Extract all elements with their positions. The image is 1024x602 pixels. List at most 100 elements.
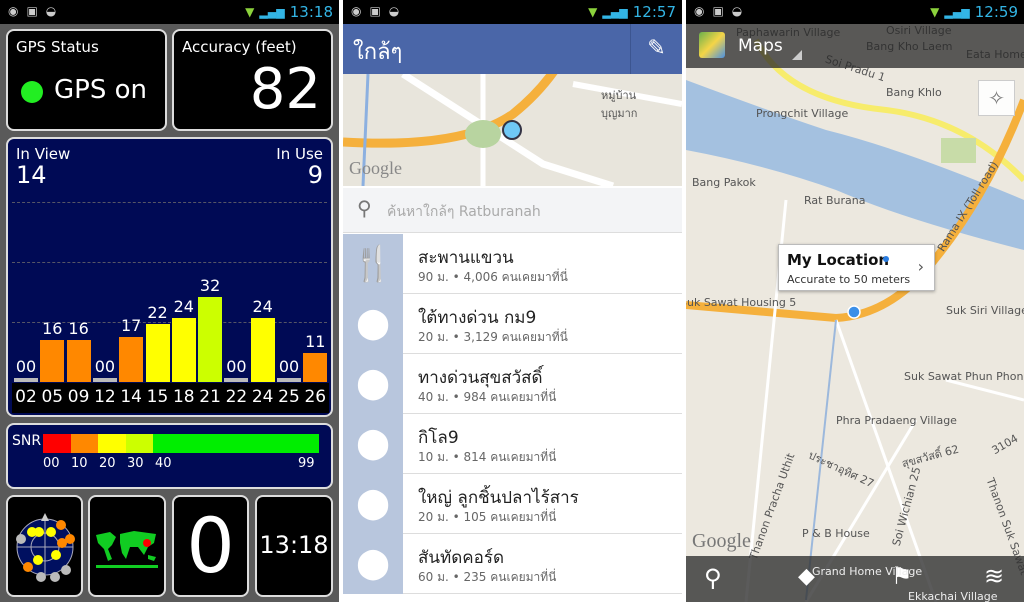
snr-tick: 00 <box>43 456 60 471</box>
layers-button[interactable]: ≋ <box>984 562 1004 590</box>
place-meta: 20 ม. • 3,129 คนเคยมาที่นี่ <box>418 330 568 344</box>
wifi-icon: ▼ <box>245 5 255 19</box>
snr-scale-segment <box>70 434 99 453</box>
snr-scale-segment <box>98 434 126 453</box>
gps-status-card[interactable]: GPS Status GPS on <box>6 29 167 131</box>
wifi-icon: ▼ <box>588 5 598 19</box>
dropdown-icon[interactable] <box>792 50 802 60</box>
snr-tick: 20 <box>99 456 116 471</box>
app-header: ใกล้ๆ ✎ <box>343 24 682 74</box>
snr-tick: 40 <box>155 456 172 471</box>
gps-status-value: GPS on <box>54 75 147 105</box>
map-label: หมู่บ้าน บุญมาก <box>601 89 638 120</box>
snr-bar <box>145 323 170 382</box>
chevron-right-icon: › <box>917 257 924 276</box>
gps-indicator-icon <box>21 81 43 103</box>
map-label: Grand Home Village <box>812 565 923 578</box>
satellite-snr-card[interactable]: In View 14 In Use 9 00 16 16 00 17 22 24 32 00 24… <box>6 137 333 417</box>
sky-view-tile[interactable] <box>6 495 83 597</box>
search-bar[interactable]: ⚲ ค้นหาใกล้ๆ Ratburanah <box>343 188 682 233</box>
status-bar: ◉▣◒ ▼ ▂▄▆ 12:57 <box>343 0 682 24</box>
fork-knife-icon: 🍴 <box>343 234 403 294</box>
snr-bar <box>66 339 91 382</box>
place-list-item[interactable]: ⬤ ใหญ่ ลูกชิ้นปลาไร้สาร 20 ม. • 105 คนเคยม… <box>343 474 682 534</box>
snr-bar <box>303 352 328 382</box>
prn-label: 25 <box>278 387 300 407</box>
snr-value-label: 00 <box>15 357 37 376</box>
prn-label: 24 <box>251 387 274 407</box>
place-name: ใต้ทางด่วน กม9 <box>418 308 537 328</box>
snr-label: SNR <box>12 433 42 449</box>
prn-label: 15 <box>146 387 169 407</box>
edit-button[interactable]: ✎ <box>630 24 682 74</box>
search-input[interactable]: ค้นหาใกล้ๆ Ratburanah <box>387 201 541 223</box>
snr-value-label: 00 <box>94 357 116 376</box>
snr-value-label: 11 <box>305 331 326 351</box>
place-list-item[interactable]: ⬤ กิโล9 10 ม. • 814 คนเคยมาที่นี่ <box>343 414 682 474</box>
snr-legend-card: SNR 00 10 20 30 40 99 <box>6 423 333 489</box>
map-label: Rat Burana <box>804 194 866 207</box>
prn-label: 09 <box>67 387 90 407</box>
status-time: 13:18 <box>289 3 333 21</box>
place-list-item[interactable]: 🍴 สะพานแขวน 90 ม. • 4,006 คนเคยมาที่นี่ <box>343 234 682 294</box>
snr-tick: 30 <box>127 456 144 471</box>
page-title: ใกล้ๆ <box>353 40 403 65</box>
clock-tile[interactable]: 13:18 <box>255 495 333 597</box>
place-list-item[interactable]: ⬤ ใต้ทางด่วน กม9 20 ม. • 3,129 คนเคยมาที่น… <box>343 294 682 354</box>
speed-tile[interactable]: 0 <box>172 495 249 597</box>
location-dot-icon <box>883 256 889 262</box>
search-icon: ⚲ <box>357 196 372 220</box>
snr-scale-segment <box>153 434 319 453</box>
snr-bar <box>171 318 196 382</box>
google-logo: Google <box>692 530 751 552</box>
place-list-item[interactable]: ⬤ ทางด่วนสุขสวัสดิ์ 40 ม. • 984 คนเคยมาที่… <box>343 354 682 414</box>
snr-value-label: 24 <box>173 297 194 317</box>
prn-label: 21 <box>199 387 221 407</box>
speed-value: 0 <box>186 501 235 590</box>
snr-bar <box>198 297 223 382</box>
callout-title: My Location <box>787 251 890 269</box>
app-title[interactable]: Maps <box>738 36 783 56</box>
map-label: Prongchit Village <box>756 107 849 120</box>
compass-button[interactable]: ✧ <box>978 80 1015 116</box>
notification-icons: ◉▣◒ <box>694 4 751 18</box>
map-preview[interactable]: หมู่บ้าน บุญมาก Google <box>343 74 682 186</box>
map-pin-icon: ⬤ <box>343 414 403 474</box>
snr-bar-chart: 00 16 16 00 17 22 24 32 00 24 00 11 <box>12 179 329 382</box>
sky-plot-icon <box>16 513 75 582</box>
world-map-icon <box>96 531 158 568</box>
search-button[interactable]: ⚲ <box>704 564 722 592</box>
notification-icons: ◉▣◒ <box>8 4 65 18</box>
map-pin-icon: ⬤ <box>343 354 403 414</box>
prn-label: 26 <box>304 387 327 407</box>
snr-value-label: 00 <box>226 357 247 376</box>
signal-icon: ▂▄▆ <box>259 5 285 19</box>
snr-tick: 99 <box>298 456 315 471</box>
place-list-item[interactable]: ⬤ สันทัดคอร์ด 60 ม. • 235 คนเคยมาที่นี่ <box>343 534 682 594</box>
map-label: Suk Sawat Housing 5 <box>686 296 797 309</box>
maps-screen: ◉▣◒▼▂▄▆12:59 Paphawarin VillageOsiri Vil… <box>686 0 1024 602</box>
map-label: P & B House <box>802 527 870 540</box>
place-name: สันทัดคอร์ด <box>418 548 504 568</box>
map-label: Bang Pakok <box>692 176 756 189</box>
signal-icon: ▂▄▆ <box>944 5 970 19</box>
wifi-icon: ▼ <box>930 5 940 19</box>
snr-color-scale <box>43 434 319 453</box>
snr-bar <box>92 378 117 382</box>
snr-scale-segment <box>43 434 71 453</box>
snr-bar <box>119 336 144 382</box>
snr-tick: 10 <box>71 456 88 471</box>
signal-icon: ▂▄▆ <box>602 5 628 19</box>
world-map-tile[interactable] <box>88 495 166 597</box>
maps-action-bar: Maps <box>686 24 1024 68</box>
status-time: 12:59 <box>974 3 1018 21</box>
accuracy-card[interactable]: Accuracy (feet) 82 <box>172 29 333 131</box>
map-label: Suk Siri Village <box>946 304 1024 317</box>
snr-value-label: 24 <box>252 297 273 317</box>
place-name: ใหญ่ ลูกชิ้นปลาไร้สาร <box>418 488 579 508</box>
prn-label: 14 <box>120 387 142 407</box>
place-meta: 10 ม. • 814 คนเคยมาที่นี่ <box>418 450 557 464</box>
maps-logo-icon[interactable] <box>699 32 725 58</box>
my-location-callout[interactable]: My Location Accurate to 50 meters › <box>778 244 935 291</box>
map-label: Ekkachai Village <box>908 590 998 602</box>
